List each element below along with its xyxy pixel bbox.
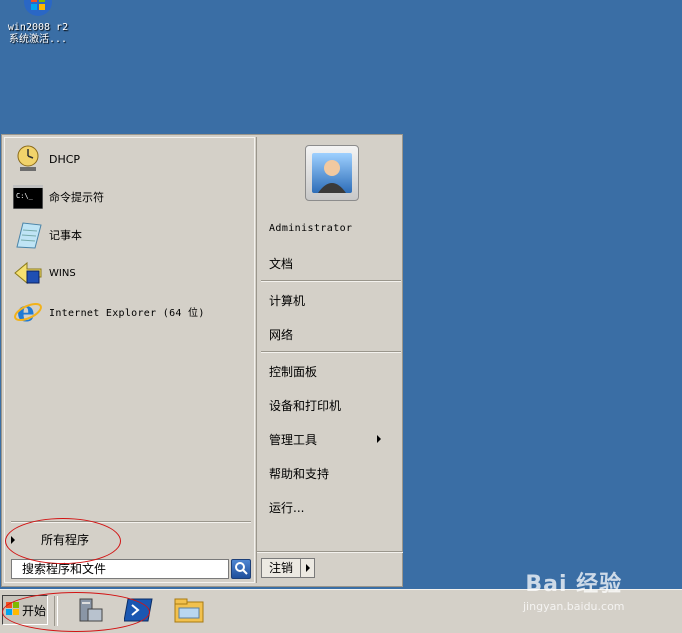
- program-dhcp[interactable]: DHCP: [13, 142, 80, 176]
- start-menu-places-pane: Administrator 文档 计算机 网络 控制面板 设备和打印机 管理工具…: [256, 137, 403, 583]
- search-button[interactable]: [231, 559, 251, 579]
- powershell-button[interactable]: [122, 594, 156, 628]
- start-button[interactable]: 开始: [2, 595, 48, 625]
- admin-tools-label: 管理工具: [269, 433, 318, 447]
- chevron-right-icon: [305, 564, 310, 572]
- network-link[interactable]: 网络: [269, 326, 293, 343]
- program-command-prompt[interactable]: C:\_ 命令提示符: [13, 180, 104, 214]
- search-row: 搜索程序和文件: [11, 559, 251, 579]
- windows-flag-icon: [6, 601, 20, 619]
- search-icon: [234, 561, 248, 578]
- program-notepad[interactable]: 记事本: [13, 218, 82, 252]
- program-label: 命令提示符: [49, 191, 104, 204]
- program-internet-explorer[interactable]: e Internet Explorer (64 位): [13, 294, 205, 328]
- control-panel-link[interactable]: 控制面板: [269, 363, 317, 380]
- program-label: 记事本: [49, 229, 82, 242]
- all-programs-label: 所有程序: [41, 533, 90, 547]
- user-name-link[interactable]: Administrator: [269, 223, 352, 234]
- start-menu-programs-pane: DHCP C:\_ 命令提示符 记事本 WINS e Internet Expl…: [4, 137, 255, 583]
- command-prompt-icon: C:\_: [13, 182, 43, 212]
- program-label: Internet Explorer (64 位): [49, 307, 205, 319]
- places-separator-1: [261, 280, 401, 282]
- documents-link[interactable]: 文档: [269, 255, 293, 272]
- devices-printers-link[interactable]: 设备和打印机: [269, 397, 341, 414]
- run-link[interactable]: 运行...: [269, 499, 304, 516]
- watermark-brand: Bai 经验: [525, 572, 623, 597]
- desktop-icon-label-line2: 系统激活...: [8, 34, 68, 45]
- start-menu: DHCP C:\_ 命令提示符 记事本 WINS e Internet Expl…: [1, 134, 403, 587]
- computer-link[interactable]: 计算机: [269, 292, 305, 309]
- watermark-url: jingyan.baidu.com: [523, 600, 625, 613]
- programs-separator: [11, 521, 251, 523]
- all-programs-button[interactable]: 所有程序: [11, 531, 89, 548]
- expand-arrow-icon: [11, 535, 15, 544]
- desktop-icon-win2008-activator[interactable]: win2008 r2 系统激活...: [2, 0, 74, 46]
- submenu-arrow-icon: [377, 435, 381, 443]
- server-manager-icon: [74, 595, 104, 628]
- dhcp-clock-icon: [13, 144, 43, 174]
- logoff-button[interactable]: 注销: [261, 558, 301, 578]
- search-input[interactable]: 搜索程序和文件: [11, 559, 229, 579]
- wins-icon: [13, 258, 43, 288]
- baidu-jingyan-watermark: Bai 经验 jingyan.baidu.com: [523, 566, 625, 613]
- shutdown-options-button[interactable]: [301, 558, 315, 578]
- explorer-button[interactable]: [172, 594, 206, 628]
- server-manager-button[interactable]: [72, 594, 106, 628]
- desktop-icon-label-line1: win2008 r2: [7, 22, 69, 33]
- logoff-control: 注销: [261, 558, 315, 578]
- program-label: DHCP: [49, 152, 81, 166]
- internet-explorer-icon: e: [13, 296, 43, 326]
- explorer-folder-icon: [173, 596, 205, 627]
- taskbar-separator: [54, 596, 58, 626]
- places-separator-2: [261, 351, 401, 353]
- user-avatar[interactable]: [305, 145, 359, 201]
- admin-tools-link[interactable]: 管理工具: [269, 431, 391, 448]
- program-wins[interactable]: WINS: [13, 256, 76, 290]
- notepad-icon: [13, 220, 43, 250]
- start-label: 开始: [22, 603, 47, 618]
- powershell-icon: [123, 597, 154, 626]
- program-label: WINS: [49, 267, 76, 279]
- svg-text:C:\_: C:\_: [16, 192, 34, 200]
- help-support-link[interactable]: 帮助和支持: [269, 465, 329, 482]
- places-separator-3: [257, 551, 403, 553]
- windows-logo-icon: [21, 0, 55, 18]
- user-picture-icon: [312, 153, 352, 193]
